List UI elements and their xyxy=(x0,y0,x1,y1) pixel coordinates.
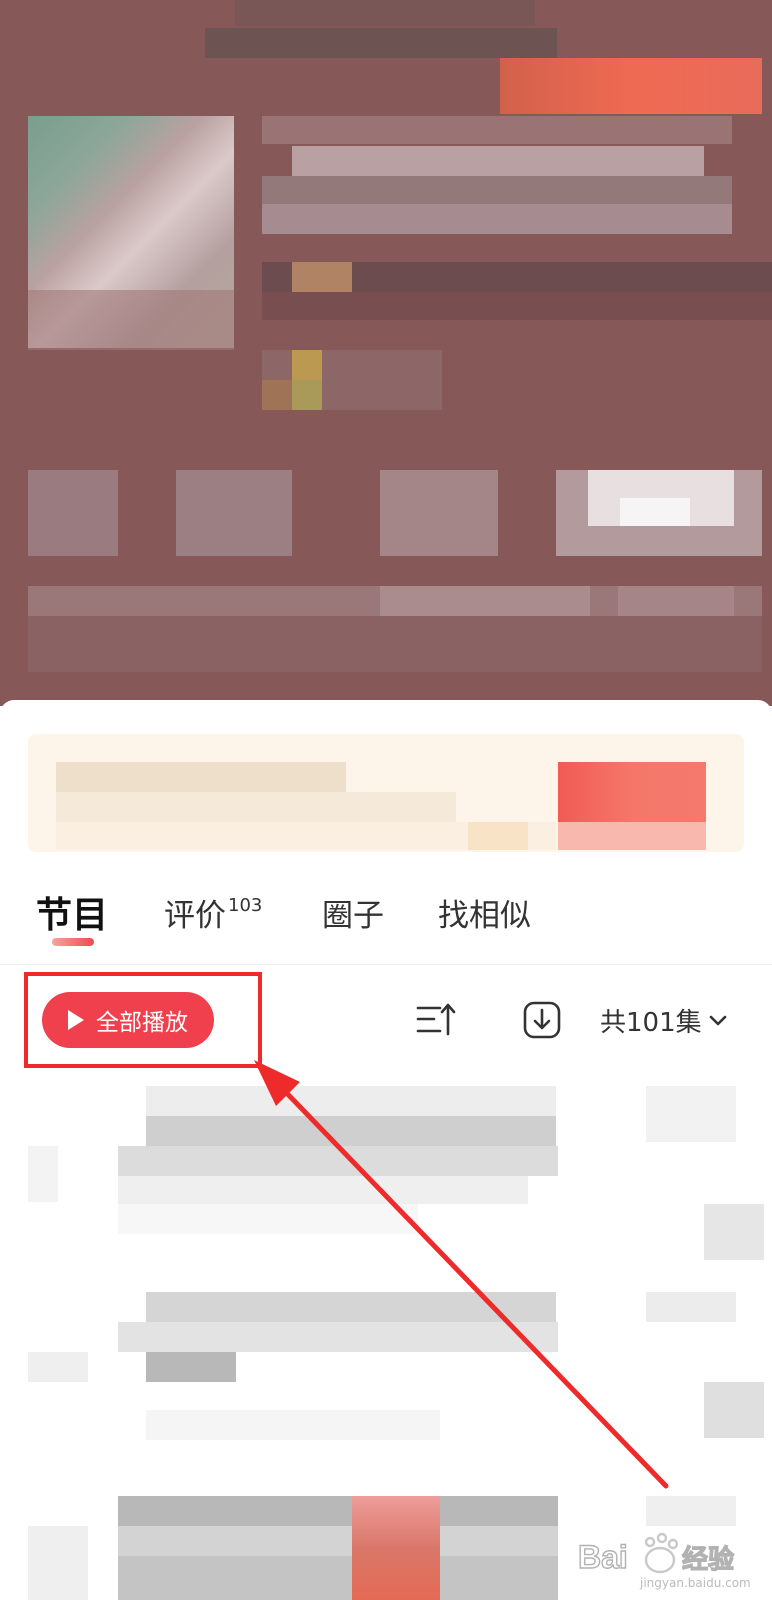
download-icon[interactable] xyxy=(522,1000,562,1040)
blur-block xyxy=(118,1526,558,1556)
blur-block xyxy=(380,470,498,556)
blur-block xyxy=(28,290,234,350)
blur-block xyxy=(262,380,292,410)
blur-block xyxy=(146,1292,556,1322)
promo-banner-blurred[interactable] xyxy=(28,734,744,852)
blur-block xyxy=(618,586,734,616)
blur-block xyxy=(262,116,732,144)
divider xyxy=(0,964,772,965)
blur-block xyxy=(146,1410,440,1440)
tab-find-similar[interactable]: 找相似 xyxy=(438,890,531,935)
album-header-blurred xyxy=(0,0,772,706)
blur-block xyxy=(146,1086,556,1116)
blur-block xyxy=(28,616,762,672)
blur-block xyxy=(205,28,557,58)
blur-block xyxy=(118,1496,558,1526)
blur-block xyxy=(292,146,704,176)
blur-block xyxy=(500,58,762,114)
tab-reviews[interactable]: 评价 103 xyxy=(164,890,262,935)
blur-block xyxy=(468,822,528,850)
active-tab-indicator xyxy=(52,938,94,946)
blur-block xyxy=(292,262,352,292)
blur-block xyxy=(558,762,706,824)
tab-label: 找相似 xyxy=(438,898,531,934)
blur-block xyxy=(146,1352,236,1382)
blur-block xyxy=(146,1116,556,1146)
blur-block xyxy=(620,498,690,526)
tab-label: 圈子 xyxy=(322,898,384,934)
blur-block xyxy=(118,1146,558,1176)
tab-programs[interactable]: 节目 xyxy=(36,886,108,938)
review-count-badge: 103 xyxy=(228,894,263,916)
app-screen: 节目 评价 103 圈子 找相似 全部播放 共101集 Bai 经验 jingy… xyxy=(0,0,772,1600)
blur-block xyxy=(704,1382,764,1438)
tab-label: 评价 xyxy=(164,898,226,934)
blur-block xyxy=(176,470,292,556)
blur-block xyxy=(292,380,322,410)
blur-block xyxy=(118,1204,418,1234)
blur-block xyxy=(262,292,772,320)
blur-block xyxy=(28,1526,88,1600)
episode-count-label: 共101集 xyxy=(600,1008,702,1038)
tab-circle[interactable]: 圈子 xyxy=(322,890,384,935)
blur-block xyxy=(646,1292,736,1322)
blur-block xyxy=(56,792,456,822)
episode-count-dropdown[interactable]: 共101集 xyxy=(600,1002,728,1039)
blur-block xyxy=(352,1496,440,1600)
chevron-down-icon xyxy=(709,1015,726,1025)
annotation-highlight-box xyxy=(24,972,262,1068)
blur-block xyxy=(292,350,322,380)
blur-block xyxy=(380,586,590,616)
blur-block xyxy=(235,0,535,26)
blur-block xyxy=(704,1204,764,1260)
blur-block xyxy=(262,176,732,204)
svg-text:Bai: Bai xyxy=(578,1539,628,1575)
blur-block xyxy=(558,822,706,850)
blur-block xyxy=(118,1176,528,1204)
blur-block xyxy=(646,1086,736,1142)
blur-block xyxy=(56,762,346,792)
blur-block xyxy=(118,1322,558,1352)
tab-label: 节目 xyxy=(36,895,109,936)
sort-icon[interactable] xyxy=(416,1002,456,1038)
blur-block xyxy=(28,1352,88,1382)
blur-block xyxy=(262,204,732,234)
watermark-url: jingyan.baidu.com xyxy=(640,1576,751,1590)
blur-block xyxy=(646,1496,736,1526)
blur-block xyxy=(28,470,118,556)
tab-bar: 节目 评价 103 圈子 找相似 xyxy=(0,870,772,966)
svg-text:经验: 经验 xyxy=(682,1544,734,1574)
blur-block xyxy=(28,1146,58,1202)
blur-block xyxy=(118,1556,558,1600)
